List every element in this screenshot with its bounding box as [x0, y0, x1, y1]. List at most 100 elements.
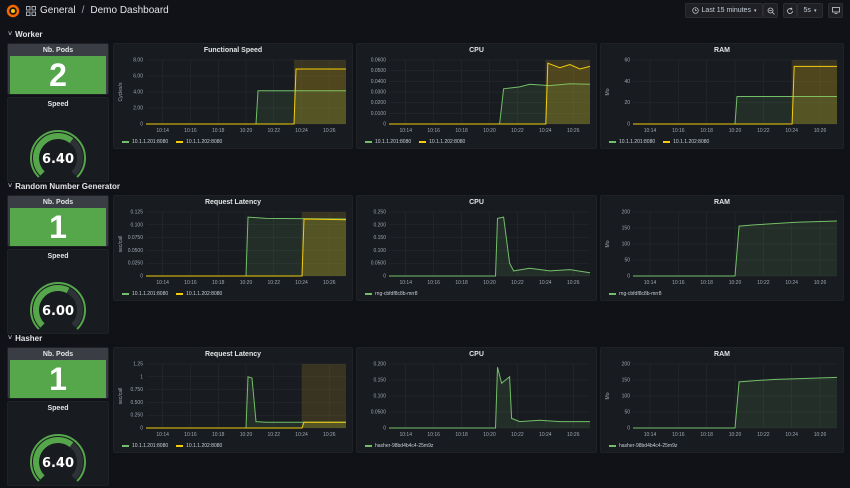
legend-item[interactable]: hasher-98bd4b4c4-25m9z [609, 443, 677, 449]
annotation-band [302, 364, 346, 428]
legend-swatch [122, 292, 129, 295]
y-tick-label: 100 [622, 394, 631, 400]
legend-item[interactable]: 10.1.1.202:8080 [176, 139, 222, 145]
graph-panel[interactable]: RAM 200 150 100 50 0 10:14 10:16 10:18 10:20 10:22… [600, 347, 844, 453]
graph-panel[interactable]: CPU 0.250 0.200 0.150 0.100 0.0500 0 10:14 10:16… [356, 195, 597, 301]
y-tick-label: 0.100 [373, 394, 386, 400]
x-tick-label: 10:22 [268, 280, 281, 286]
graph-panel[interactable]: RAM 60 40 20 0 10:14 10:16 10:18 10:20 10:22 10:24… [600, 43, 844, 149]
graph-panel[interactable]: CPU 0.200 0.150 0.100 0.0500 0 10:14 10:16 10:18… [356, 347, 597, 453]
legend-item[interactable]: 10.1.1.201:8080 [365, 139, 411, 145]
breadcrumb-dashboard[interactable]: Demo Dashboard [90, 5, 168, 16]
graph-panel[interactable]: RAM 200 150 100 50 0 10:14 10:16 10:18 10:20 10:22… [600, 195, 844, 301]
legend-item[interactable]: hasher-98bd4b4c4-25m9z [365, 443, 433, 449]
legend-item[interactable]: rng-cbfdf8c8b-mrr8 [365, 291, 418, 297]
graph-legend: 10.1.1.201:8080 10.1.1.202:8080 [609, 139, 709, 145]
y-tick-label: 0 [140, 426, 143, 432]
y-axis-label: Cycles/s [118, 82, 124, 101]
speed-gauge-panel: Speed 6.40 [7, 97, 109, 182]
x-tick-label: 10:26 [323, 280, 336, 286]
time-range-label: Last 15 minutes [701, 7, 751, 14]
x-tick-label: 10:14 [399, 128, 412, 134]
panel-title: Nb. Pods [42, 47, 74, 54]
tv-mode-button[interactable] [828, 3, 843, 18]
y-tick-label: 0 [140, 274, 143, 280]
y-axis-label: Mo [605, 240, 611, 247]
legend-label: 10.1.1.202:8080 [186, 291, 223, 297]
x-tick-label: 10:16 [427, 128, 440, 134]
y-tick-label: 50 [624, 410, 630, 416]
x-tick-label: 10:22 [268, 128, 281, 134]
x-tick-label: 10:26 [567, 280, 580, 286]
legend-label: 10.1.1.202:8080 [186, 139, 223, 145]
y-tick-label: 0.125 [130, 210, 143, 216]
legend-item[interactable]: 10.1.1.202:8080 [176, 291, 222, 297]
legend-label: 10.1.1.201:8080 [619, 139, 656, 145]
panel-title: Speed [47, 101, 69, 108]
refresh-interval-picker[interactable]: 5s ▾ [797, 3, 823, 18]
x-tick-label: 10:22 [757, 128, 770, 134]
graph-panel[interactable]: CPU 0.0600 0.0500 0.0400 0.0300 0.0200 0.0100 0… [356, 43, 597, 149]
y-axis-label: sec/call [118, 236, 124, 253]
y-tick-label: 0 [383, 122, 386, 128]
graph-plot: 0.125 0.100 0.0750 0.0500 0.0250 0 10:14 10:16 1… [118, 210, 347, 286]
row-header[interactable]: ˅ Hasher [8, 334, 42, 343]
legend-item[interactable]: 10.1.1.202:8080 [419, 139, 465, 145]
x-tick-label: 10:16 [672, 128, 685, 134]
row-header[interactable]: ˅ Worker [8, 30, 43, 39]
zoom-out-button[interactable] [763, 3, 778, 18]
x-tick-label: 10:22 [757, 432, 770, 438]
x-tick-label: 10:20 [483, 128, 496, 134]
refresh-button[interactable] [783, 3, 797, 18]
graph-legend: 10.1.1.201:8080 10.1.1.202:8080 [122, 139, 222, 145]
y-tick-label: 0.100 [130, 222, 143, 228]
legend-item[interactable]: 10.1.1.201:8080 [122, 139, 168, 145]
x-tick-label: 10:18 [212, 128, 225, 134]
x-tick-label: 10:18 [455, 432, 468, 438]
legend-item[interactable]: 10.1.1.201:8080 [609, 139, 655, 145]
graph-plot: 60 40 20 0 10:14 10:16 10:18 10:20 10:22 10:24 10:… [605, 58, 837, 134]
y-tick-label: 0.0300 [371, 90, 387, 96]
chevron-down-icon: ▾ [753, 7, 757, 14]
speed-gauge: 6.40 [30, 433, 86, 482]
y-tick-label: 8.00 [133, 58, 143, 64]
y-tick-label: 0.0500 [128, 248, 144, 254]
legend-item[interactable]: 10.1.1.201:8080 [122, 291, 168, 297]
y-tick-label: 0.200 [373, 222, 386, 228]
y-axis-label: Mo [605, 392, 611, 399]
legend-swatch [609, 444, 616, 447]
speed-gauge: 6.40 [30, 129, 86, 178]
pods-stat-box: 1 [10, 360, 106, 398]
x-tick-label: 10:24 [539, 432, 552, 438]
graph-panel[interactable]: Request Latency 0.125 0.100 0.0750 0.0500 0.0… [113, 195, 353, 301]
legend-item[interactable]: 10.1.1.202:8080 [176, 443, 222, 449]
graph-plot: 200 150 100 50 0 10:14 10:16 10:18 10:20 10:22 10:… [605, 210, 838, 286]
refresh-interval-label: 5s [803, 7, 811, 14]
graph-panel[interactable]: Request Latency 1.25 1 0.750 0.500 0.250 0 10:1… [113, 347, 353, 453]
panel-title: Nb. Pods [42, 351, 74, 358]
y-tick-label: 0.0750 [128, 235, 144, 241]
x-tick-label: 10:16 [427, 432, 440, 438]
x-tick-label: 10:26 [814, 128, 827, 134]
time-range-picker[interactable]: Last 15 minutes ▾ [685, 3, 763, 18]
legend-label: 10.1.1.201:8080 [375, 139, 412, 145]
legend-item[interactable]: 10.1.1.201:8080 [122, 443, 168, 449]
legend-label: hasher-98bd4b4c4-25m9z [619, 443, 678, 449]
x-tick-label: 10:20 [483, 280, 496, 286]
graph-plot: 0.200 0.150 0.100 0.0500 0 10:14 10:16 10:18 10:… [371, 362, 590, 438]
grafana-logo-icon[interactable] [6, 4, 20, 18]
row-header[interactable]: ˅ Random Number Generator [8, 182, 120, 191]
legend-item[interactable]: 10.1.1.202:8080 [663, 139, 709, 145]
y-tick-label: 0.0100 [371, 111, 387, 117]
y-tick-label: 40 [624, 79, 630, 85]
y-tick-label: 200 [622, 362, 631, 368]
x-tick-label: 10:20 [483, 432, 496, 438]
x-tick-label: 10:24 [295, 128, 308, 134]
pods-stat-box: 1 [10, 208, 106, 246]
breadcrumb-folder[interactable]: General [40, 5, 76, 16]
legend-item[interactable]: rng-cbfdf8c8b-mrr8 [609, 291, 662, 297]
graph-panel[interactable]: Functional Speed 8.00 6.00 4.00 2.00 0 10:14 10… [113, 43, 353, 149]
graph-legend: hasher-98bd4b4c4-25m9z [609, 443, 677, 449]
row-title: Worker [15, 30, 43, 39]
legend-swatch [176, 292, 184, 295]
